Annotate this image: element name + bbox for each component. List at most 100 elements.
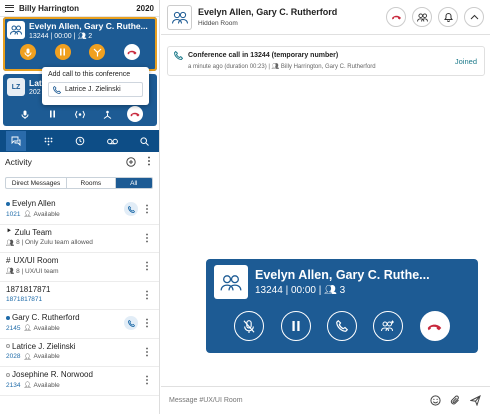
chevron-up-icon xyxy=(470,14,478,20)
more-options-icon[interactable]: ⋮ xyxy=(142,261,152,272)
history-icon xyxy=(75,136,85,146)
list-item[interactable]: Evelyn Allen 1021 👤︎ Available ⋮ xyxy=(0,196,159,225)
call-avatar: LZ xyxy=(7,78,25,96)
group-avatar-icon xyxy=(7,21,25,39)
active-call-card[interactable]: Evelyn Allen, Gary C. Ruthe... 13244 | 0… xyxy=(3,17,157,71)
chat-icon xyxy=(11,136,21,146)
call-button[interactable] xyxy=(326,311,357,341)
call-timer: 00:00 xyxy=(290,285,316,296)
add-icon[interactable] xyxy=(126,156,136,167)
activity-title: Activity xyxy=(5,156,32,167)
microphone-icon xyxy=(21,110,29,119)
more-options-icon[interactable]: ⋮ xyxy=(142,375,152,386)
hamburger-menu-icon[interactable] xyxy=(5,4,14,12)
tab-rooms[interactable]: Rooms xyxy=(67,178,116,188)
message-composer xyxy=(161,386,490,414)
participants-button[interactable] xyxy=(412,7,432,27)
tab-direct-messages[interactable]: Direct Messages xyxy=(6,178,68,188)
item-status: Available xyxy=(33,210,60,218)
popup-contact-name: Latrice J. Zielinski xyxy=(65,86,121,93)
park-button[interactable] xyxy=(72,106,88,122)
more-options-icon[interactable]: ⋮ xyxy=(142,233,152,244)
group-icon xyxy=(416,12,428,22)
conference-call-message: Conference call in 13244 (temporary numb… xyxy=(167,46,485,76)
item-status: Available xyxy=(33,381,60,389)
more-options-icon[interactable]: ⋮ xyxy=(142,318,152,329)
more-options-icon[interactable]: ⋮ xyxy=(142,290,152,301)
call-name: Evelyn Allen, Gary C. Ruthe... xyxy=(255,268,430,282)
participants-icon: 👥︎ xyxy=(77,33,87,40)
item-count: 8 xyxy=(16,239,20,246)
notifications-button[interactable] xyxy=(438,7,458,27)
more-options-icon[interactable]: ⋮ xyxy=(142,204,152,215)
call-button[interactable] xyxy=(124,202,138,216)
call-button[interactable] xyxy=(124,316,138,330)
hangup-button[interactable] xyxy=(123,44,140,60)
item-number: 1021 xyxy=(6,210,21,218)
pause-icon xyxy=(60,48,66,56)
mute-button[interactable] xyxy=(17,106,33,122)
list-item[interactable]: ⯈︎ Zulu Team 👥︎ 8 | Only Zulu team allowe… xyxy=(0,225,159,253)
hold-button[interactable] xyxy=(44,106,60,122)
top-bar: Billy Harrington 2020 xyxy=(0,0,159,17)
hangup-icon xyxy=(391,15,401,20)
item-number: 2145 xyxy=(6,324,21,332)
mute-button[interactable] xyxy=(20,44,37,60)
emoji-icon[interactable] xyxy=(428,394,442,408)
hangup-button[interactable] xyxy=(127,106,144,122)
message-input[interactable] xyxy=(169,397,422,404)
list-item[interactable]: # UX/UI Room 👥︎ 8 | UX/UI team ⋮ xyxy=(0,253,159,282)
list-item[interactable]: Latrice J. Zielinski 2028 👤︎ Available ⋮ xyxy=(0,339,159,367)
popup-contact-item[interactable]: Latrice J. Zielinski xyxy=(48,82,143,97)
transfer-button[interactable] xyxy=(100,106,116,122)
send-icon[interactable] xyxy=(468,394,482,408)
offline-status-icon xyxy=(6,344,10,348)
item-number: 2028 xyxy=(6,353,21,360)
dialpad-icon xyxy=(44,137,52,145)
call-info: 13244 | 00:00 | 👥︎ 2 xyxy=(29,33,93,40)
merge-icon xyxy=(93,48,102,56)
call-participants: 2 xyxy=(88,33,93,40)
more-options-icon[interactable]: ⋮ xyxy=(144,156,154,167)
online-status-icon xyxy=(6,315,10,320)
merge-call-button[interactable] xyxy=(89,44,106,60)
activity-list: Evelyn Allen 1021 👤︎ Available ⋮ ⯈︎ Zulu T… xyxy=(0,196,159,396)
item-number: 2134 xyxy=(6,381,21,389)
conversation-header: Evelyn Allen, Gary C. Rutherford Hidden … xyxy=(161,0,490,35)
chevron-icon: ⯈︎ xyxy=(6,228,12,235)
list-item[interactable]: 1871817871 1871817871 ⋮ xyxy=(0,282,159,310)
group-icon: 👥︎ xyxy=(271,64,281,70)
call-number: 13244 xyxy=(255,285,283,296)
call-participants: 3 xyxy=(339,285,346,296)
tab-all[interactable]: All xyxy=(115,178,152,188)
offline-status-icon xyxy=(6,372,10,377)
item-status: Only Zulu team allowed xyxy=(25,239,93,246)
call-number: 202 xyxy=(29,89,41,96)
person-icon: 👤︎ xyxy=(23,353,34,361)
voicemail-icon xyxy=(106,138,118,144)
collapse-button[interactable] xyxy=(464,7,484,27)
active-call-widget: Evelyn Allen, Gary C. Ruthe... 13244 | 0… xyxy=(206,259,478,353)
person-icon: 👤︎ xyxy=(23,211,34,218)
participants-icon: 👥︎ xyxy=(324,285,340,296)
popup-title: Add call to this conference xyxy=(48,71,131,78)
list-item[interactable]: Josephine R. Norwood 2134 👤︎ Available ⋮ xyxy=(0,367,159,396)
mute-button[interactable] xyxy=(234,311,265,341)
phone-icon xyxy=(127,205,135,213)
nav-voicemail-tab[interactable] xyxy=(102,131,122,151)
hold-button[interactable] xyxy=(54,44,71,60)
add-participant-button[interactable] xyxy=(373,311,404,341)
list-item[interactable]: Gary C. Rutherford 2145 👤︎ Available ⋮ xyxy=(0,310,159,339)
item-count: 8 xyxy=(16,267,20,275)
nav-dialpad-tab[interactable] xyxy=(38,131,58,151)
more-options-icon[interactable]: ⋮ xyxy=(142,347,152,358)
hold-button[interactable] xyxy=(280,311,311,341)
hangup-button[interactable] xyxy=(386,7,406,27)
attachment-icon[interactable] xyxy=(448,394,462,408)
hangup-button[interactable] xyxy=(419,311,450,341)
main-nav-bar xyxy=(0,130,159,152)
nav-history-tab[interactable] xyxy=(70,131,90,151)
room-title: Evelyn Allen, Gary C. Rutherford xyxy=(198,7,338,17)
nav-search-tab[interactable] xyxy=(134,131,154,151)
nav-activity-tab[interactable] xyxy=(6,131,26,151)
